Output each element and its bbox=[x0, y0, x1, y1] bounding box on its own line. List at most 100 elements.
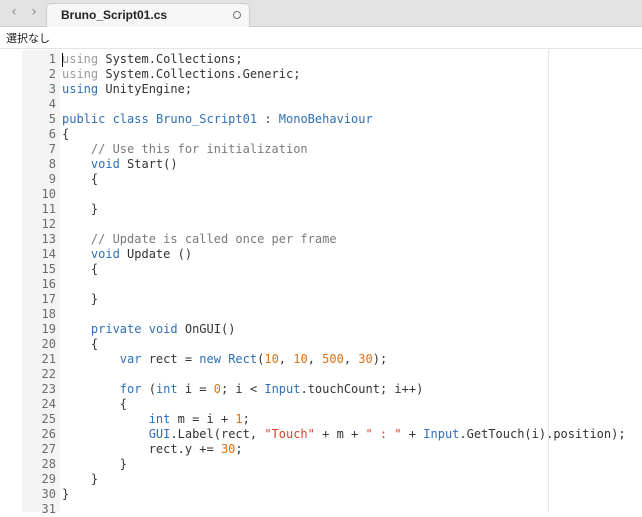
code-line[interactable]: 31 bbox=[0, 502, 642, 517]
code-token: using bbox=[62, 67, 99, 81]
code-token: } bbox=[62, 202, 99, 216]
code-line[interactable]: 28 } bbox=[0, 457, 642, 472]
code-line[interactable]: 29 } bbox=[0, 472, 642, 487]
code-line[interactable]: 13 // Update is called once per frame bbox=[0, 232, 642, 247]
code-token: } bbox=[62, 487, 70, 501]
unsaved-dot-icon[interactable] bbox=[233, 11, 241, 19]
code-token: void bbox=[90, 157, 120, 171]
code-line[interactable]: 21 var rect = new Rect(10, 10, 500, 30); bbox=[0, 352, 642, 367]
code-text: { bbox=[62, 262, 98, 277]
line-number: 14 bbox=[41, 247, 56, 261]
code-token: void bbox=[148, 322, 178, 336]
forward-arrow-icon[interactable]: › bbox=[26, 4, 42, 20]
code-editor[interactable]: 1 using System.Collections; 2 using System.… bbox=[0, 50, 642, 516]
line-number: 29 bbox=[41, 472, 56, 486]
back-arrow-icon[interactable]: ‹ bbox=[6, 4, 22, 20]
code-token: ; bbox=[235, 442, 243, 456]
code-text: void Update () bbox=[62, 247, 192, 262]
code-token: 30 bbox=[358, 352, 373, 366]
line-number: 3 bbox=[48, 82, 56, 96]
code-token: var bbox=[119, 352, 142, 366]
code-line[interactable]: 1 using System.Collections; bbox=[0, 52, 642, 67]
code-token: { bbox=[62, 262, 99, 276]
code-token: { bbox=[62, 397, 128, 411]
code-text: // Update is called once per frame bbox=[62, 232, 337, 247]
line-number: 9 bbox=[48, 172, 56, 186]
code-line[interactable]: 20 { bbox=[0, 337, 642, 352]
code-line[interactable]: 18 bbox=[0, 307, 642, 322]
code-line[interactable]: 3 using UnityEngine; bbox=[0, 82, 642, 97]
code-line[interactable]: 2 using System.Collections.Generic; bbox=[0, 67, 642, 82]
line-number: 8 bbox=[48, 157, 56, 171]
code-token: rect.y += bbox=[62, 442, 221, 456]
code-token: .Label(rect, bbox=[170, 427, 265, 441]
code-line[interactable]: 14 void Update () bbox=[0, 247, 642, 262]
code-token: ); bbox=[372, 352, 388, 366]
code-token: " : " bbox=[365, 427, 402, 441]
code-line[interactable]: 23 for (int i = 0; i < Input.touchCount;… bbox=[0, 382, 642, 397]
code-line[interactable]: 7 // Use this for initialization bbox=[0, 142, 642, 157]
code-token: void bbox=[90, 247, 120, 261]
code-line[interactable]: 6{ bbox=[0, 127, 642, 142]
code-text: using UnityEngine; bbox=[62, 82, 192, 97]
code-line[interactable]: 26 GUI.Label(rect, "Touch" + m + " : " +… bbox=[0, 427, 642, 442]
code-token: OnGUI() bbox=[177, 322, 236, 336]
selection-status-bar: 選択なし bbox=[0, 27, 642, 49]
code-token: System.Collections; bbox=[98, 52, 243, 66]
code-text: using System.Collections; bbox=[62, 52, 243, 67]
code-token: 30 bbox=[220, 442, 236, 456]
tab-bar: ‹ › Bruno_Script01.cs bbox=[0, 0, 642, 27]
code-token: public class bbox=[62, 112, 149, 126]
code-token: 0 bbox=[213, 382, 221, 396]
line-number: 1 bbox=[48, 52, 56, 66]
code-line[interactable]: 15 { bbox=[0, 262, 642, 277]
code-line[interactable]: 4 bbox=[0, 97, 642, 112]
code-token: Update () bbox=[119, 247, 193, 261]
code-token: , bbox=[278, 352, 294, 366]
code-line[interactable]: 8 void Start() bbox=[0, 157, 642, 172]
line-number: 4 bbox=[48, 97, 56, 111]
tab-title: Bruno_Script01.cs bbox=[61, 8, 168, 22]
code-line[interactable]: 16 bbox=[0, 277, 642, 292]
code-line[interactable]: 9 { bbox=[0, 172, 642, 187]
code-line[interactable]: 12 bbox=[0, 217, 642, 232]
code-line[interactable]: 5 public class Bruno_Script01 : MonoBehav… bbox=[0, 112, 642, 127]
code-line[interactable]: 11 } bbox=[0, 202, 642, 217]
code-token: using bbox=[62, 52, 99, 66]
code-token: // Update is called once per frame bbox=[90, 232, 337, 246]
line-number: 26 bbox=[41, 427, 56, 441]
code-line[interactable]: 25 int m = i + 1; bbox=[0, 412, 642, 427]
line-number: 13 bbox=[41, 232, 56, 246]
line-number: 27 bbox=[41, 442, 56, 456]
code-line[interactable]: 19 private void OnGUI() bbox=[0, 322, 642, 337]
code-line[interactable]: 17 } bbox=[0, 292, 642, 307]
code-token: private bbox=[90, 322, 142, 336]
code-token: // Use this for initialization bbox=[90, 142, 308, 156]
code-line[interactable]: 10 bbox=[0, 187, 642, 202]
code-line[interactable]: 22 bbox=[0, 367, 642, 382]
tab-bruno-script01[interactable]: Bruno_Script01.cs bbox=[46, 3, 250, 27]
selection-status: 選択なし bbox=[6, 32, 50, 45]
code-text: int m = i + 1; bbox=[62, 412, 250, 427]
code-token: + m + bbox=[314, 427, 366, 441]
line-number: 16 bbox=[41, 277, 56, 291]
line-number: 18 bbox=[41, 307, 56, 321]
code-text: rect.y += 30; bbox=[62, 442, 243, 457]
code-line[interactable]: 24 { bbox=[0, 397, 642, 412]
code-token: 500 bbox=[322, 352, 344, 366]
line-number: 28 bbox=[41, 457, 56, 471]
line-number: 6 bbox=[48, 127, 56, 141]
code-text: using System.Collections.Generic; bbox=[62, 67, 300, 82]
code-token: 10 bbox=[264, 352, 279, 366]
code-line[interactable]: 27 rect.y += 30; bbox=[0, 442, 642, 457]
line-number: 19 bbox=[41, 322, 56, 336]
code-token: System.Collections.Generic; bbox=[98, 67, 301, 81]
code-token: Rect bbox=[228, 352, 258, 366]
code-line[interactable]: 30} bbox=[0, 487, 642, 502]
